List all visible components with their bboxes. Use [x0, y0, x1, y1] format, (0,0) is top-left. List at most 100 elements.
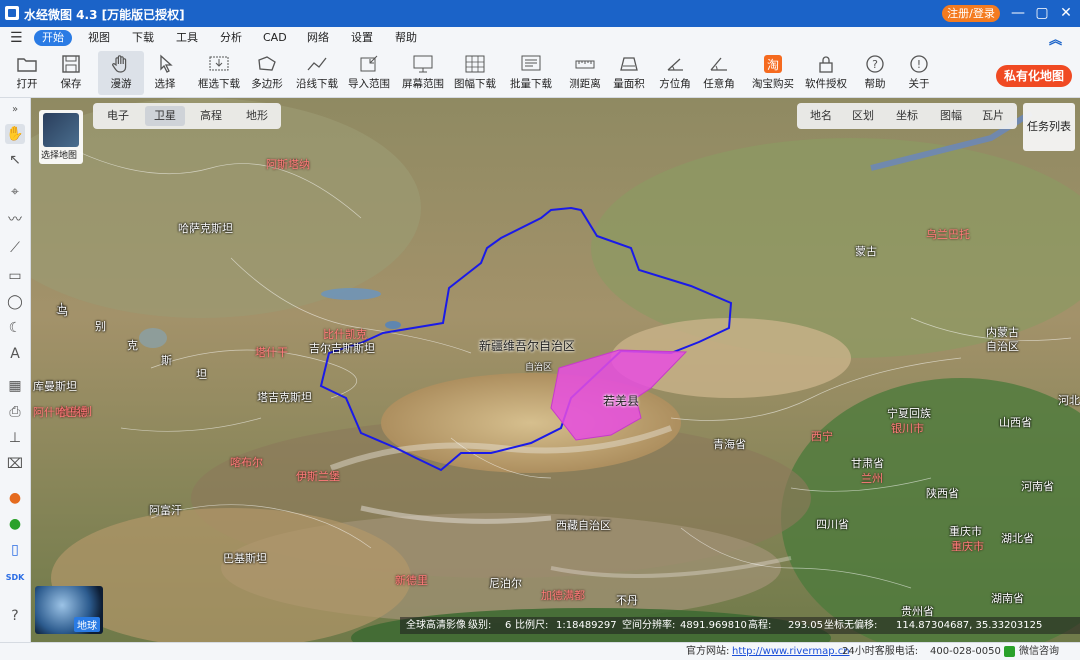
- menu-help[interactable]: 帮助: [387, 30, 425, 46]
- map-label-qinghai: 青海省: [713, 438, 746, 451]
- register-login-button[interactable]: 注册/登录: [942, 5, 1000, 22]
- map-label-sichuan: 四川省: [816, 518, 849, 531]
- hand-tool-icon[interactable]: ✋: [5, 124, 25, 144]
- print-tool-icon[interactable]: ⎙: [5, 402, 25, 422]
- map-label-hunan: 湖南省: [991, 592, 1024, 605]
- monitor-icon: [413, 55, 433, 73]
- map-label-bishkek: 比什凯克: [323, 328, 367, 341]
- measure-distance-button[interactable]: 测距离: [562, 51, 608, 95]
- screen-range-button[interactable]: 屏幕范围: [400, 51, 446, 95]
- angle-icon: [710, 57, 727, 71]
- import-range-button[interactable]: 导入范围: [346, 51, 392, 95]
- software-license-button[interactable]: 软件授权: [803, 51, 849, 95]
- restore-button[interactable]: ▢: [1032, 4, 1052, 22]
- info-icon: !: [910, 55, 928, 73]
- map-label-bhutan: 不丹: [616, 594, 638, 607]
- help-circle-icon[interactable]: ?: [5, 606, 25, 626]
- close-button[interactable]: ✕: [1056, 4, 1076, 22]
- menu-settings[interactable]: 设置: [343, 30, 381, 46]
- tab-vector[interactable]: 电子: [99, 103, 137, 129]
- minimize-button[interactable]: —: [1008, 4, 1028, 22]
- layer-tool-icon[interactable]: ⊥: [5, 428, 25, 448]
- status-elevation-label: 高程:: [748, 620, 772, 631]
- hotline-number: 400-028-0050: [930, 646, 1001, 657]
- map-selector[interactable]: 选择地图: [39, 110, 83, 164]
- task-list-button[interactable]: 任务列表: [1023, 103, 1075, 151]
- map-view[interactable]: 新疆维吾尔自治区 若羌县 哈萨克斯坦 吉尔吉斯斯坦 塔吉克斯坦 阿富汗 巴基斯坦…: [31, 98, 1080, 642]
- pan-button[interactable]: 漫游: [98, 51, 144, 95]
- website-link[interactable]: http://www.rivermap.cn: [732, 643, 850, 660]
- measure-area-button[interactable]: 量面积: [606, 51, 652, 95]
- chart-tool-icon[interactable]: ⟋: [5, 238, 25, 258]
- title-bar: 水经微图 4.3 [万能版已授权] 注册/登录 — ▢ ✕: [0, 0, 1080, 27]
- tab-terrain[interactable]: 地形: [237, 103, 277, 129]
- menu-download[interactable]: 下载: [124, 30, 162, 46]
- select-button[interactable]: 选择: [142, 51, 188, 95]
- polygon-button[interactable]: 多边形: [244, 51, 290, 95]
- private-map-button[interactable]: 私有化地图: [996, 65, 1072, 87]
- menu-cad[interactable]: CAD: [255, 30, 295, 46]
- wechat-consult[interactable]: 微信咨询: [1019, 643, 1059, 660]
- layer-tiles[interactable]: 瓦片: [973, 103, 1013, 129]
- tab-satellite[interactable]: 卫星: [145, 106, 185, 126]
- layer-place-names[interactable]: 地名: [801, 103, 841, 129]
- map-label-ulaanbaatar: 乌兰巴托: [926, 228, 970, 241]
- erase-tool-icon[interactable]: ⌧: [5, 454, 25, 474]
- box-download-button[interactable]: 框选下载: [196, 51, 242, 95]
- map-label-mongolia: 蒙古: [855, 245, 877, 258]
- map-label-kyrgyzstan: 吉尔吉斯斯坦: [309, 342, 375, 355]
- status-coords: 114.87304687, 35.33203125: [896, 620, 1043, 631]
- collapse-ribbon-icon[interactable]: ︽: [1049, 29, 1062, 48]
- layer-coordinates[interactable]: 坐标: [887, 103, 927, 129]
- menu-start[interactable]: 开始: [34, 30, 72, 46]
- about-button[interactable]: ! 关于: [896, 51, 942, 95]
- batch-download-button[interactable]: 批量下载: [508, 51, 554, 95]
- sheet-download-button[interactable]: 图幅下载: [452, 51, 498, 95]
- line-download-button[interactable]: 沿线下载: [294, 51, 340, 95]
- marker-tool-icon[interactable]: ⌖: [5, 182, 25, 202]
- save-icon: [62, 55, 80, 73]
- grid-sheet-icon: [465, 55, 485, 73]
- box-download-icon: [209, 56, 229, 71]
- line-download-icon: [307, 57, 327, 71]
- crescent-tool-icon[interactable]: ☾: [5, 318, 25, 338]
- menu-network[interactable]: 网络: [299, 30, 337, 46]
- ruler-tool-icon[interactable]: ▦: [5, 376, 25, 396]
- any-angle-button[interactable]: 任意角: [696, 51, 742, 95]
- map-label-chongqing-city: 重庆市: [951, 540, 984, 553]
- pointer-tool-icon[interactable]: ↖: [5, 150, 25, 170]
- status-resolution: 4891.969810: [680, 620, 747, 631]
- hamburger-menu-icon[interactable]: ☰: [10, 30, 23, 46]
- bearing-button[interactable]: 方位角: [652, 51, 698, 95]
- hand-icon: [112, 55, 127, 73]
- svg-text:?: ?: [872, 58, 878, 71]
- layer-divisions[interactable]: 区划: [843, 103, 883, 129]
- map-label-new-delhi: 新德里: [395, 574, 428, 587]
- menu-view[interactable]: 视图: [80, 30, 118, 46]
- expand-panel-icon[interactable]: »: [5, 100, 25, 120]
- taobao-buy-button[interactable]: 淘 淘宝购买: [750, 51, 796, 95]
- help-button[interactable]: ? 帮助: [852, 51, 898, 95]
- svg-text:淘: 淘: [767, 58, 779, 72]
- layer-sheets[interactable]: 图幅: [931, 103, 971, 129]
- app-logo-icon: [5, 6, 19, 20]
- menu-tools[interactable]: 工具: [168, 30, 206, 46]
- mobile-icon[interactable]: ▯: [5, 540, 25, 560]
- globe-color-icon[interactable]: ●: [5, 488, 25, 508]
- tab-elevation[interactable]: 高程: [191, 103, 231, 129]
- sdk-icon[interactable]: SDK: [5, 568, 25, 588]
- map-label-hebei: 河北: [1058, 394, 1080, 407]
- map-label-nepal: 尼泊尔: [489, 577, 522, 590]
- rectangle-tool-icon[interactable]: ▭: [5, 266, 25, 286]
- map-label-uz-1: 乌: [57, 305, 68, 318]
- circle-tool-icon[interactable]: ◯: [5, 292, 25, 312]
- link-icon[interactable]: ●: [5, 514, 25, 534]
- text-tool-icon[interactable]: A: [5, 344, 25, 364]
- window-title: 水经微图 4.3 [万能版已授权]: [24, 8, 185, 22]
- save-button[interactable]: 保存: [48, 51, 94, 95]
- menu-analysis[interactable]: 分析: [212, 30, 250, 46]
- globe-thumbnail[interactable]: 地球: [35, 586, 103, 634]
- open-button[interactable]: 打开: [4, 51, 50, 95]
- polyline-tool-icon[interactable]: 〰: [5, 210, 25, 230]
- status-level-label: 级别:: [468, 620, 492, 631]
